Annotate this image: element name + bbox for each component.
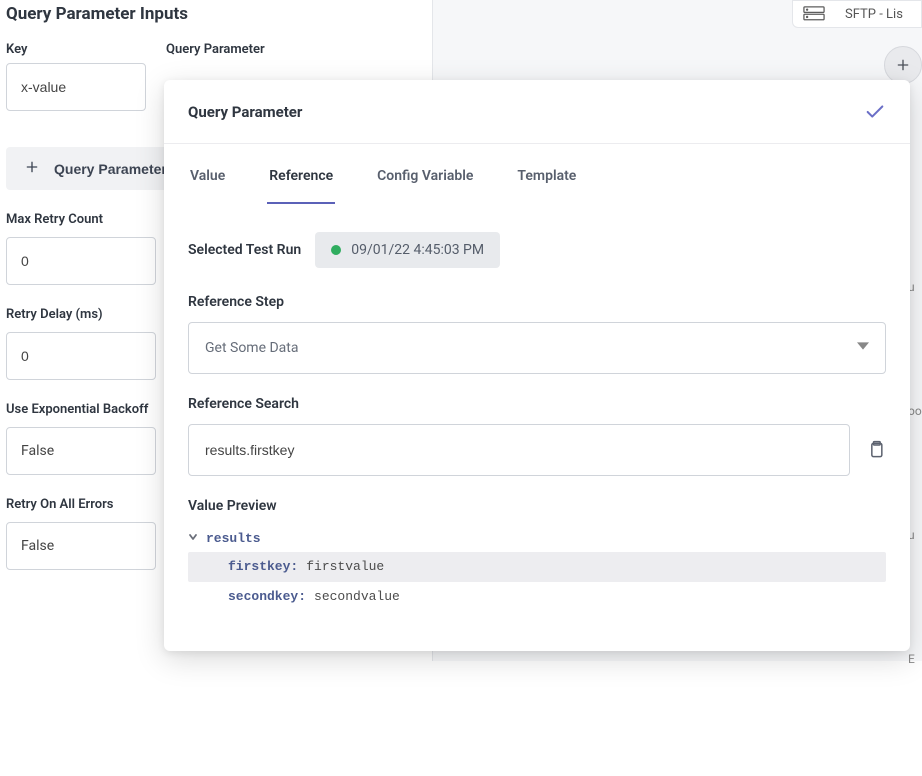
tab-config-variable[interactable]: Config Variable [375,158,475,204]
key-input[interactable] [6,63,146,111]
retry-delay-input[interactable] [6,332,156,380]
chevron-down-icon [188,526,198,552]
modal-header: Query Parameter [164,80,910,144]
section-title: Query Parameter Inputs [6,4,414,24]
reference-step-select[interactable]: Get Some Data [188,322,886,374]
status-dot-success-icon [331,245,341,255]
tree-value: firstvalue [306,554,384,580]
value-preview-tree: results firstkey: firstvalue secondkey: … [188,526,886,612]
tree-key: firstkey: [228,554,298,580]
clipboard-icon[interactable] [866,440,886,460]
exp-backoff-value: False [21,443,54,459]
tabs: Value Reference Config Variable Template [188,158,886,204]
add-query-parameter-button[interactable]: Query Parameter [6,147,185,190]
retry-all-value: False [21,538,54,554]
tree-row-secondkey[interactable]: secondkey: secondvalue [188,582,886,612]
tab-value[interactable]: Value [188,158,227,204]
canvas-node-sftp[interactable]: SFTP - Lis [792,0,922,28]
add-button-label: Query Parameter [54,161,167,177]
add-node-button[interactable] [884,46,922,84]
retry-all-select[interactable]: False [6,522,156,570]
selected-test-run-row: Selected Test Run 09/01/22 4:45:03 PM [188,232,886,268]
server-icon [803,6,825,22]
tree-key: secondkey: [228,584,306,610]
test-run-chip[interactable]: 09/01/22 4:45:03 PM [315,232,500,268]
modal-title: Query Parameter [188,103,302,121]
value-preview-label: Value Preview [188,498,886,514]
reference-search-input[interactable] [188,424,850,476]
query-param-label: Query Parameter [166,42,265,57]
obscured-right-panel: u oo u E [908,280,922,776]
tab-reference[interactable]: Reference [267,158,335,204]
test-run-timestamp: 09/01/22 4:45:03 PM [351,242,484,258]
confirm-button[interactable] [864,101,886,123]
tree-row-firstkey[interactable]: firstkey: firstvalue [188,552,886,582]
plus-icon [24,159,40,178]
canvas-node-label: SFTP - Lis [845,7,903,22]
reference-step-value: Get Some Data [205,340,298,356]
max-retry-input[interactable] [6,237,156,285]
exp-backoff-select[interactable]: False [6,427,156,475]
key-label: Key [6,42,146,57]
reference-search-label: Reference Search [188,396,886,412]
reference-step-label: Reference Step [188,294,886,310]
selected-run-label: Selected Test Run [188,242,301,258]
chevron-down-icon [857,340,869,356]
query-parameter-modal: Query Parameter Value Reference Config V… [164,80,910,651]
tree-value: secondvalue [314,584,400,610]
tree-node-results[interactable]: results [188,526,886,552]
tree-root-label: results [206,526,261,552]
modal-body: Value Reference Config Variable Template… [164,144,910,632]
tab-template[interactable]: Template [515,158,578,204]
